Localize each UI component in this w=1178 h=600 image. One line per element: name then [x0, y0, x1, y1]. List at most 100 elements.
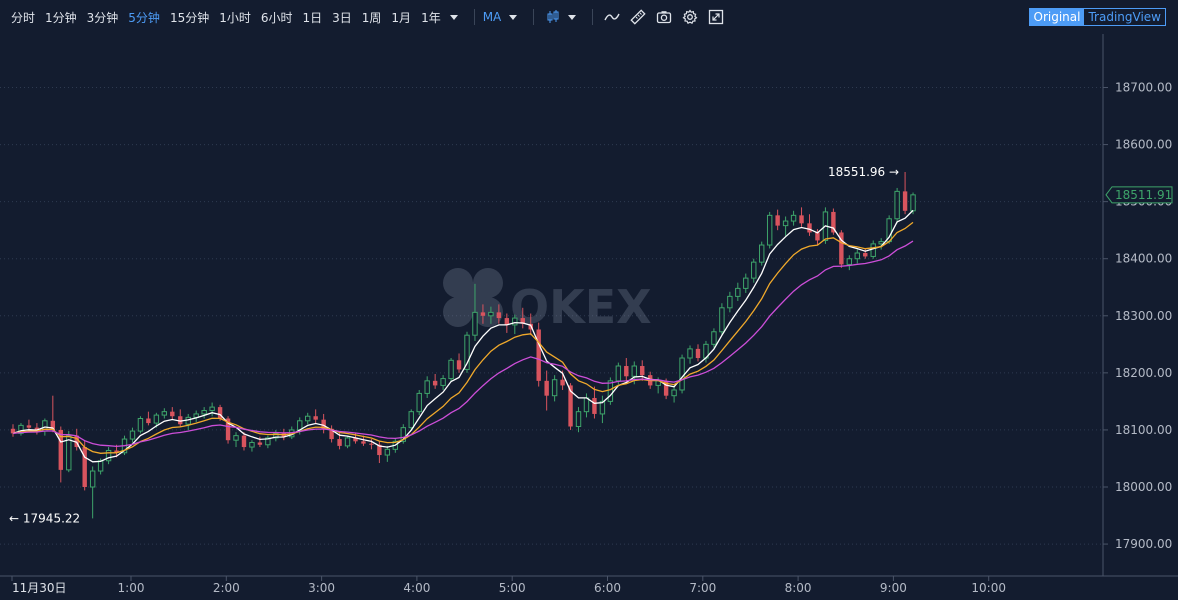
candle-body	[185, 416, 191, 425]
timeframe-tab[interactable]: 1周	[357, 9, 387, 26]
timeframe-tab[interactable]: 1月	[386, 9, 416, 26]
candle-body	[870, 243, 876, 257]
candle-body	[727, 295, 733, 309]
candle-body	[719, 307, 725, 333]
candle-body	[863, 253, 868, 257]
mode-original-button[interactable]: Original	[1029, 9, 1085, 25]
candle-body	[472, 311, 478, 336]
timeframe-tab[interactable]: 1分钟	[40, 9, 82, 26]
candle-body	[910, 194, 916, 212]
timeframe-tab[interactable]: 1年	[416, 9, 446, 26]
candle-body	[671, 389, 677, 397]
candle-body	[161, 411, 168, 416]
timeframe-tab[interactable]: 3分钟	[82, 9, 124, 26]
candlestick-chart[interactable]: 17900.00 18000.00 18100.00 18200.00 18300.00…	[0, 34, 1178, 600]
candle-body	[640, 366, 645, 376]
indicator-ma-button[interactable]: MA	[481, 10, 506, 24]
x-tick-label: 9:00	[880, 581, 907, 595]
candle-body	[902, 191, 908, 211]
candle-body	[137, 418, 144, 432]
candle-body	[807, 223, 812, 233]
x-tick-label: 11月30日	[12, 581, 67, 595]
low-price-annotation: ← 17945.22	[9, 511, 80, 525]
x-tick-label: 6:00	[594, 581, 621, 595]
y-tick-label: 18600.00	[1115, 138, 1172, 152]
toolbar-divider	[473, 9, 475, 25]
timeframe-tab[interactable]: 5分钟	[123, 9, 165, 26]
candle-body	[209, 406, 215, 412]
candle-body	[233, 435, 239, 441]
x-tick-label: 7:00	[689, 581, 716, 595]
candle-body	[815, 232, 820, 241]
line-draw-icon[interactable]	[599, 5, 625, 29]
candle-body	[440, 378, 446, 386]
indicator-chevron-down-icon[interactable]	[509, 14, 518, 20]
y-tick-label: 18400.00	[1115, 252, 1172, 266]
candle-body	[249, 441, 255, 448]
x-tick-label: 4:00	[403, 581, 430, 595]
timeframe-tab[interactable]: 1小时	[214, 9, 256, 26]
fullscreen-icon[interactable]	[703, 5, 729, 29]
candle-body	[695, 348, 701, 359]
candle-body	[631, 365, 637, 377]
candle-body	[257, 442, 263, 445]
candle-body	[854, 252, 860, 260]
candle-type-icon[interactable]	[540, 5, 566, 29]
y-tick-label: 18200.00	[1115, 366, 1172, 380]
x-tick-label: 8:00	[785, 581, 812, 595]
candle-body	[711, 331, 717, 345]
timeframe-selector: 分时 1分钟 3分钟 5分钟 15分钟 1小时 6小时 1日 3日 1周 1月 1年	[0, 9, 446, 26]
candle-body	[416, 392, 422, 413]
candle-body	[97, 460, 104, 472]
mode-tradingview-button[interactable]: TradingView	[1084, 9, 1165, 25]
candle-body	[305, 415, 311, 422]
candle-body	[878, 241, 884, 245]
candle-body	[615, 365, 622, 382]
candle-body	[448, 359, 454, 380]
x-tick-label: 3:00	[308, 581, 335, 595]
candle-body	[551, 379, 558, 397]
candle-body	[743, 277, 749, 289]
candle-body	[89, 470, 96, 488]
y-tick-label: 18700.00	[1115, 81, 1172, 95]
candle-body	[26, 425, 32, 428]
gear-icon[interactable]	[677, 5, 703, 29]
candle-body	[146, 418, 151, 424]
timeframe-tab[interactable]: 6小时	[256, 9, 298, 26]
candle-body	[369, 443, 374, 445]
candle-body	[790, 214, 797, 222]
x-tick-label: 5:00	[499, 581, 526, 595]
candle-body	[687, 348, 693, 359]
candle-body	[153, 414, 160, 424]
candle-body	[775, 215, 780, 226]
candle-body	[679, 357, 685, 391]
candle-body	[894, 190, 900, 220]
timeframe-tab[interactable]: 分时	[6, 9, 40, 26]
camera-icon[interactable]	[651, 5, 677, 29]
candle-body	[536, 329, 541, 381]
candle-body	[313, 416, 318, 420]
candle-body	[337, 439, 342, 446]
candle-body	[560, 379, 565, 386]
candle-type-chevron-down-icon[interactable]	[568, 14, 577, 20]
toolbar-divider	[533, 9, 535, 25]
candle-body	[480, 312, 486, 316]
candle-body	[607, 380, 614, 402]
candle-body	[846, 258, 853, 265]
candle-body	[384, 448, 391, 456]
candle-body	[512, 317, 518, 326]
y-tick-label: 18000.00	[1115, 480, 1172, 494]
candle-body	[241, 435, 247, 448]
candle-body	[544, 380, 549, 396]
timeframe-tab[interactable]: 15分钟	[165, 9, 214, 26]
candle-body	[456, 360, 462, 370]
timeframe-tab[interactable]: 3日	[327, 9, 357, 26]
timeframe-more-chevron-down-icon[interactable]	[449, 14, 458, 20]
last-price-label: 18511.91	[1115, 188, 1172, 202]
candle-body	[624, 366, 629, 377]
timeframe-tab[interactable]: 1日	[298, 9, 328, 26]
y-tick-label: 18100.00	[1115, 423, 1172, 437]
ruler-icon[interactable]	[625, 5, 651, 29]
candle-body	[432, 380, 438, 386]
candle-body	[592, 397, 597, 414]
